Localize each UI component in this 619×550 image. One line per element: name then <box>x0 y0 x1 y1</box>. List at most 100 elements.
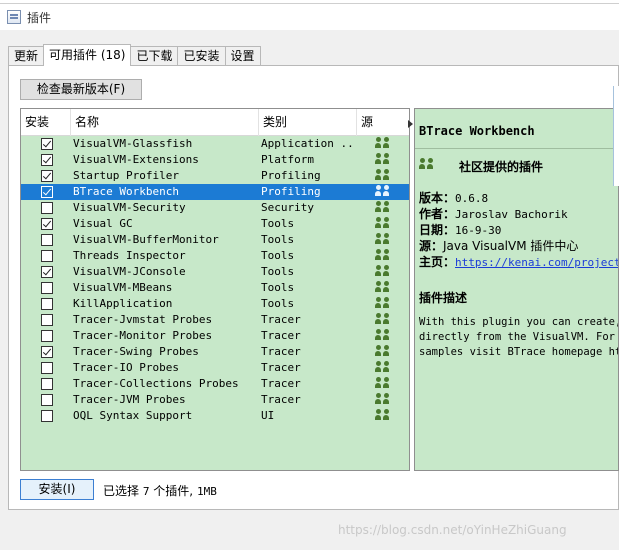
tab-bar: 更新 可用插件 (18) 已下载 已安装 设置 <box>8 44 261 66</box>
community-row: 社区提供的插件 <box>419 158 618 174</box>
check-latest-button[interactable]: 检查最新版本(F) <box>20 79 142 100</box>
window-title: 插件 <box>27 10 52 25</box>
plugin-name: Tracer-Monitor Probes <box>73 329 213 342</box>
table-row[interactable]: Tracer-Collections Probes Tracer <box>21 376 409 392</box>
table-header: 安装 名称 类别 源 <box>21 109 409 136</box>
background-window-edge <box>613 86 619 186</box>
plugin-name: Tracer-Collections Probes <box>73 377 239 390</box>
table-row[interactable]: OQL Syntax Support UI <box>21 408 409 424</box>
plugin-name: VisualVM-Extensions <box>73 153 199 166</box>
install-checkbox[interactable] <box>41 394 53 406</box>
install-checkbox[interactable] <box>41 154 53 166</box>
install-checkbox[interactable] <box>41 186 53 198</box>
community-people-icon <box>375 137 391 151</box>
install-button[interactable]: 安装(I) <box>20 479 94 500</box>
install-checkbox[interactable] <box>41 346 53 358</box>
plugin-category: Tools <box>261 265 295 278</box>
table-row[interactable]: Threads Inspector Tools <box>21 248 409 264</box>
community-people-icon <box>375 153 391 167</box>
tab-updates[interactable]: 更新 <box>8 46 45 66</box>
plugin-name: OQL Syntax Support <box>73 409 193 422</box>
community-people-icon <box>375 297 391 311</box>
table-row[interactable]: VisualVM-Extensions Platform <box>21 152 409 168</box>
table-row[interactable]: Tracer-Swing Probes Tracer <box>21 344 409 360</box>
install-checkbox[interactable] <box>41 362 53 374</box>
install-checkbox[interactable] <box>41 250 53 262</box>
splitter-arrow-icon[interactable] <box>408 120 413 128</box>
install-checkbox[interactable] <box>41 298 53 310</box>
install-checkbox[interactable] <box>41 170 53 182</box>
status-middle: 个插件, <box>153 484 194 498</box>
header-source[interactable]: 源 <box>357 109 409 136</box>
plugin-category: Tracer <box>261 313 301 326</box>
install-checkbox[interactable] <box>41 218 53 230</box>
community-people-icon <box>375 393 391 407</box>
install-checkbox[interactable] <box>41 266 53 278</box>
install-checkbox[interactable] <box>41 330 53 342</box>
community-label: 社区提供的插件 <box>459 160 544 174</box>
header-name[interactable]: 名称 <box>71 109 259 136</box>
install-checkbox[interactable] <box>41 202 53 214</box>
plugin-name: Tracer-IO Probes <box>73 361 179 374</box>
date-value: 16-9-30 <box>455 224 502 237</box>
header-category[interactable]: 类别 <box>259 109 357 136</box>
table-row[interactable]: Tracer-JVM Probes Tracer <box>21 392 409 408</box>
plugin-name: VisualVM-Security <box>73 201 186 214</box>
tab-installed[interactable]: 已安装 <box>177 46 226 66</box>
status-count: 7 <box>142 485 150 498</box>
plugin-category: Tracer <box>261 345 301 358</box>
table-body: VisualVM-Glassfish Application ... VisualV… <box>21 136 409 424</box>
date-row: 日期：16-9-30 <box>419 221 501 238</box>
plugin-table: 安装 名称 类别 源 VisualVM-Glassfish Application… <box>20 108 410 471</box>
plugin-name: Tracer-JVM Probes <box>73 393 186 406</box>
tab-downloaded[interactable]: 已下载 <box>130 46 179 66</box>
status-prefix: 已选择 <box>103 484 140 498</box>
community-people-icon <box>375 201 391 215</box>
install-checkbox[interactable] <box>41 234 53 246</box>
table-row[interactable]: VisualVM-Security Security <box>21 200 409 216</box>
homepage-label: 主页： <box>419 255 456 269</box>
table-row[interactable]: Visual GC Tools <box>21 216 409 232</box>
plugin-category: Tracer <box>261 361 301 374</box>
install-checkbox[interactable] <box>41 410 53 422</box>
community-people-icon <box>375 361 391 375</box>
description-line: directly from the VisualVM. For m <box>419 331 619 343</box>
table-row[interactable]: KillApplication Tools <box>21 296 409 312</box>
community-people-icon <box>375 169 391 183</box>
plugin-name: VisualVM-Glassfish <box>73 137 193 150</box>
version-label: 版本： <box>419 191 456 205</box>
table-row[interactable]: VisualVM-MBeans Tools <box>21 280 409 296</box>
plugin-category: Security <box>261 201 314 214</box>
plugin-category: Tools <box>261 297 295 310</box>
table-row[interactable]: Startup Profiler Profiling <box>21 168 409 184</box>
community-people-icon <box>375 377 391 391</box>
community-people-icon <box>375 313 391 327</box>
description-text: With this plugin you can create, directl… <box>419 315 619 360</box>
watermark-text: https://blog.csdn.net/oYinHeZhiGuang <box>338 523 567 537</box>
plugin-name: VisualVM-JConsole <box>73 265 186 278</box>
tab-available-plugins[interactable]: 可用插件 (18) <box>43 44 132 66</box>
install-checkbox[interactable] <box>41 138 53 150</box>
header-install[interactable]: 安装 <box>21 109 71 136</box>
table-row[interactable]: Tracer-Monitor Probes Tracer <box>21 328 409 344</box>
plugin-category: Tools <box>261 281 295 294</box>
table-row[interactable]: Tracer-Jvmstat Probes Tracer <box>21 312 409 328</box>
table-row[interactable]: Tracer-IO Probes Tracer <box>21 360 409 376</box>
community-people-icon <box>375 265 391 279</box>
install-checkbox[interactable] <box>41 282 53 294</box>
install-checkbox[interactable] <box>41 378 53 390</box>
plugin-category: Tools <box>261 249 295 262</box>
plugin-category: Tracer <box>261 329 301 342</box>
table-row[interactable]: VisualVM-Glassfish Application ... <box>21 136 409 152</box>
install-checkbox[interactable] <box>41 314 53 326</box>
table-row[interactable]: VisualVM-JConsole Tools <box>21 264 409 280</box>
homepage-link[interactable]: https://kenai.com/projects <box>455 256 618 269</box>
table-row[interactable]: VisualVM-BufferMonitor Tools <box>21 232 409 248</box>
plugin-category: Profiling <box>261 185 321 198</box>
plugin-name: Tracer-Swing Probes <box>73 345 199 358</box>
description-title: 插件描述 <box>419 291 468 305</box>
tab-settings[interactable]: 设置 <box>224 46 261 66</box>
plugin-category: UI <box>261 409 275 422</box>
description-line: With this plugin you can create, <box>419 316 619 328</box>
table-row[interactable]: BTrace Workbench Profiling <box>21 184 409 200</box>
